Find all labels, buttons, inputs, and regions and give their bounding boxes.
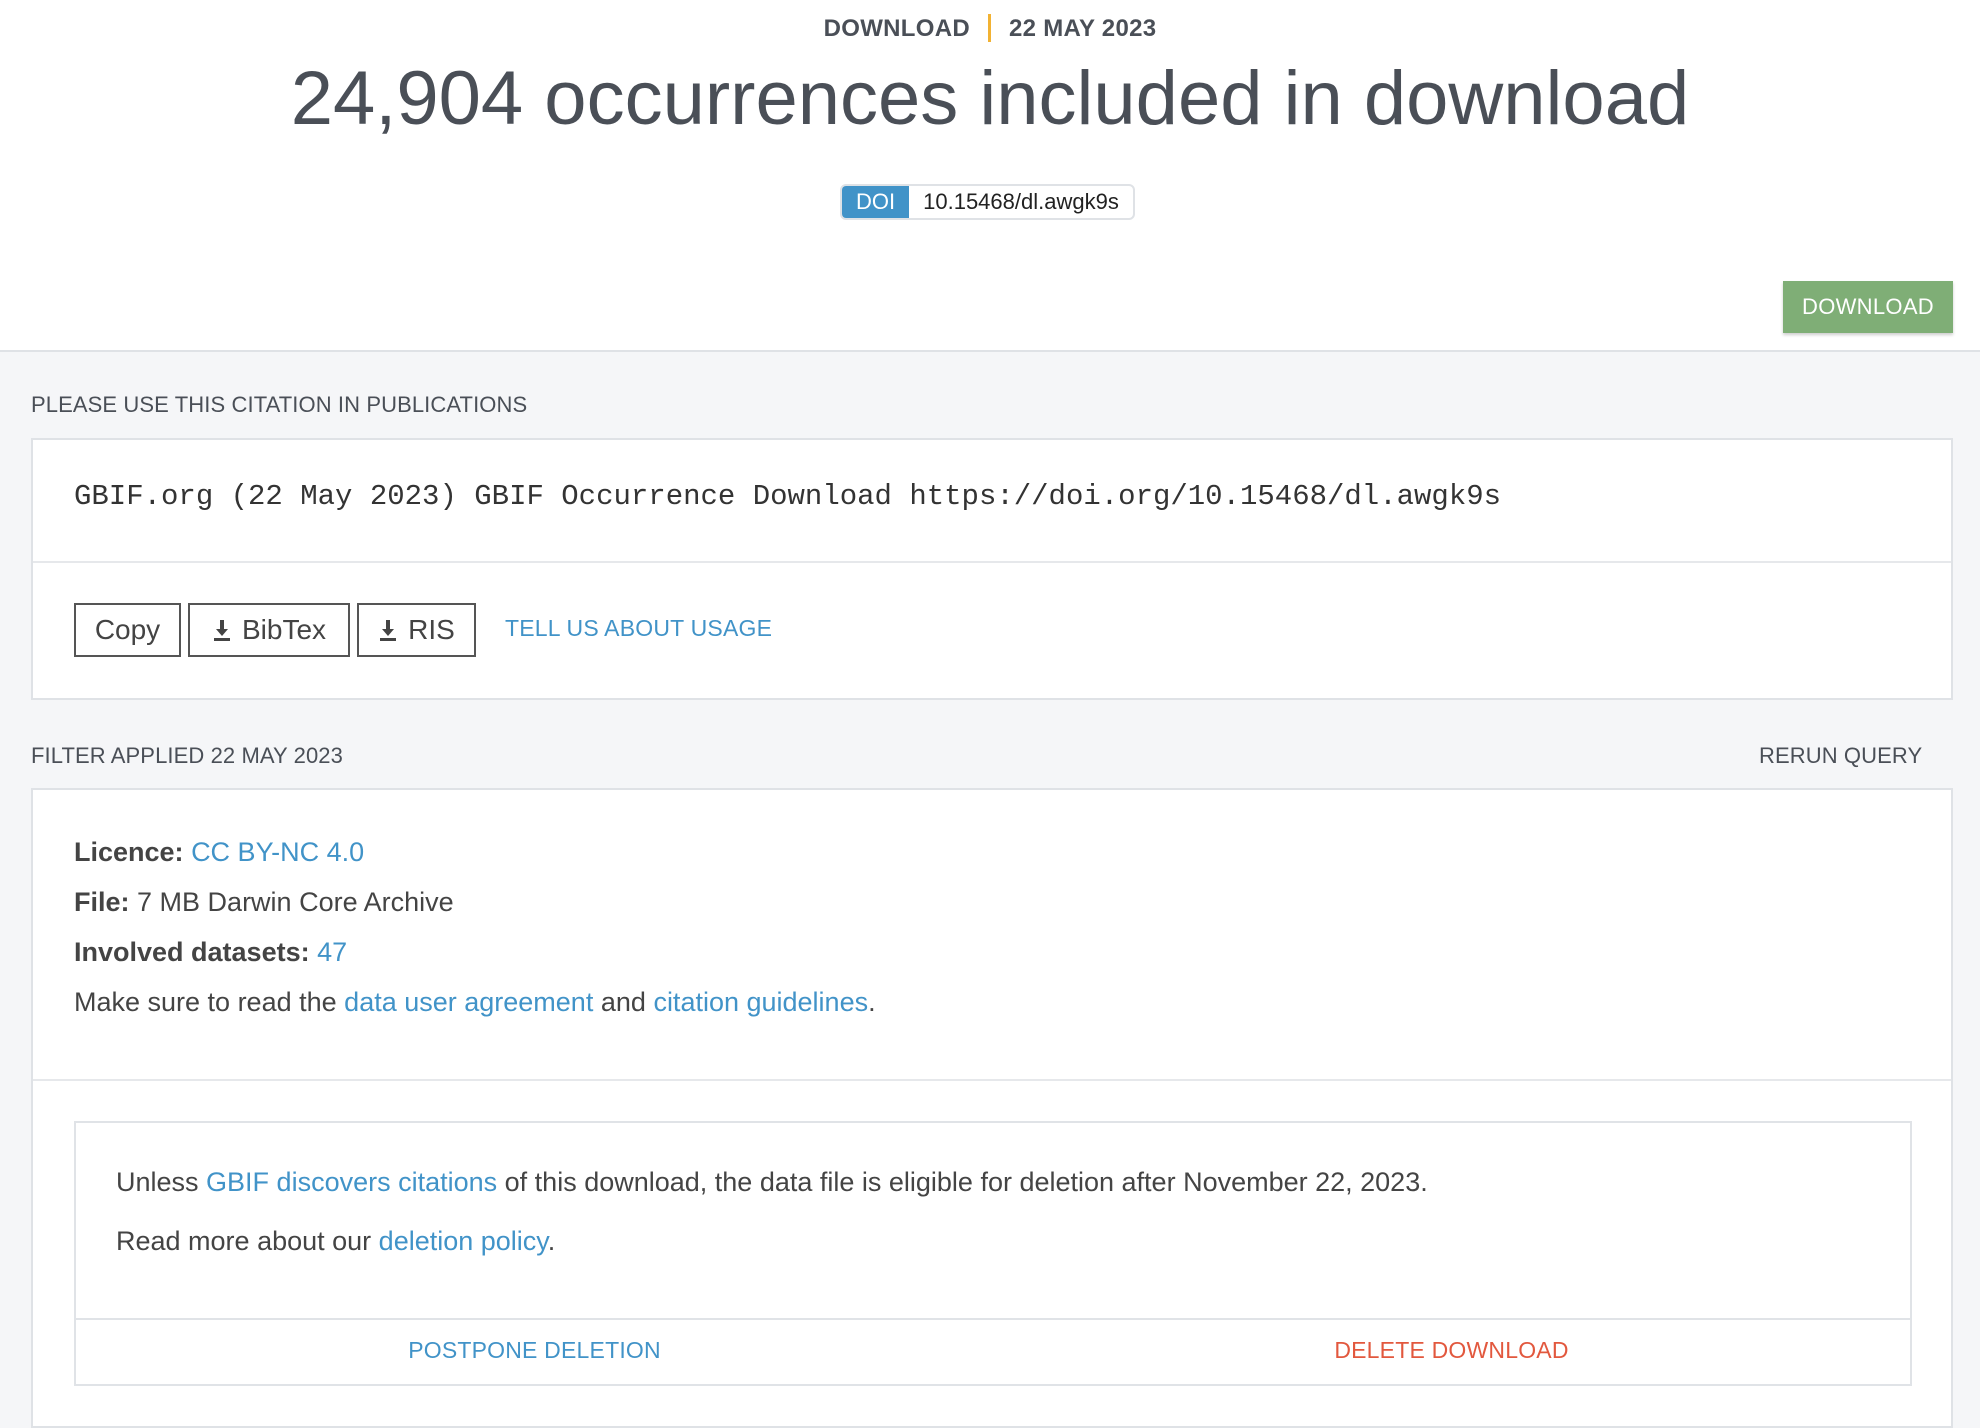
datasets-row: Involved datasets: 47: [74, 937, 347, 968]
download-meta: DOWNLOAD 22 MAY 2023: [0, 14, 1980, 43]
read-and: and: [600, 987, 646, 1017]
page-title: 24,904 occurrences included in download: [290, 56, 1690, 141]
download-arrow-icon: [380, 620, 397, 641]
file-value: 7 MB Darwin Core Archive: [137, 887, 454, 917]
deletion-line2-prefix: Read more about our: [116, 1226, 372, 1256]
file-label: File:: [74, 887, 130, 917]
copy-button[interactable]: Copy: [74, 603, 181, 657]
deletion-line1-prefix: Unless: [116, 1167, 199, 1197]
ris-button[interactable]: RIS: [357, 603, 476, 657]
meta-separator: [987, 14, 991, 42]
card-divider: [33, 561, 1951, 563]
deletion-line-2: Read more about our deletion policy.: [116, 1226, 555, 1257]
data-user-agreement-link[interactable]: data user agreement: [344, 987, 593, 1017]
deletion-line2-suffix: .: [547, 1226, 556, 1256]
citation-guidelines-link[interactable]: citation guidelines: [653, 987, 868, 1017]
read-agreement-row: Make sure to read the data user agreemen…: [74, 987, 876, 1018]
read-prefix: Make sure to read the: [74, 987, 337, 1017]
doi-label: DOI: [842, 186, 910, 218]
delete-download-button[interactable]: DELETE DOWNLOAD: [993, 1320, 1910, 1384]
deletion-actions: POSTPONE DELETION DELETE DOWNLOAD: [76, 1318, 1910, 1384]
card-divider: [33, 1079, 1951, 1081]
deletion-policy-link[interactable]: deletion policy: [379, 1226, 548, 1256]
doi-value[interactable]: 10.15468/dl.awgk9s: [909, 186, 1133, 218]
download-date: 22 MAY 2023: [1008, 15, 1157, 42]
gbif-discovers-citations-link[interactable]: GBIF discovers citations: [206, 1167, 497, 1197]
page-header: DOWNLOAD 22 MAY 2023 24,904 occurrences i…: [0, 0, 1980, 352]
filter-card: Licence: CC BY-NC 4.0 File: 7 MB Darwin …: [31, 788, 1953, 1428]
download-button[interactable]: DOWNLOAD: [1783, 281, 1953, 333]
tell-us-about-usage-link[interactable]: TELL US ABOUT USAGE: [505, 615, 772, 642]
deletion-line1-suffix: of this download, the data file is eligi…: [504, 1167, 1428, 1197]
licence-link[interactable]: CC BY-NC 4.0: [191, 837, 364, 867]
deletion-notice: Unless GBIF discovers citations of this …: [74, 1121, 1912, 1386]
deletion-line-1: Unless GBIF discovers citations of this …: [116, 1167, 1428, 1198]
citation-section-label: PLEASE USE THIS CITATION IN PUBLICATIONS: [31, 392, 528, 417]
datasets-label: Involved datasets:: [74, 937, 310, 967]
bibtex-label: BibTex: [241, 614, 327, 645]
licence-row: Licence: CC BY-NC 4.0: [74, 837, 364, 868]
citation-text: GBIF.org (22 May 2023) GBIF Occurrence D…: [74, 480, 1502, 513]
copy-label: Copy: [94, 614, 161, 645]
filter-section-label: FILTER APPLIED 22 MAY 2023: [31, 743, 343, 768]
postpone-deletion-button[interactable]: POSTPONE DELETION: [76, 1320, 993, 1384]
citation-card: GBIF.org (22 May 2023) GBIF Occurrence D…: [31, 438, 1953, 700]
file-row: File: 7 MB Darwin Core Archive: [74, 887, 454, 918]
bibtex-button[interactable]: BibTex: [188, 603, 350, 657]
download-kind: DOWNLOAD: [823, 15, 970, 42]
datasets-link[interactable]: 47: [317, 937, 347, 967]
ris-label: RIS: [408, 614, 455, 645]
doi-badge[interactable]: DOI 10.15468/dl.awgk9s: [840, 184, 1135, 220]
read-suffix: .: [868, 987, 876, 1017]
licence-label: Licence:: [74, 837, 184, 867]
rerun-query-link[interactable]: RERUN QUERY: [1759, 743, 1922, 769]
download-arrow-icon: [213, 620, 230, 641]
